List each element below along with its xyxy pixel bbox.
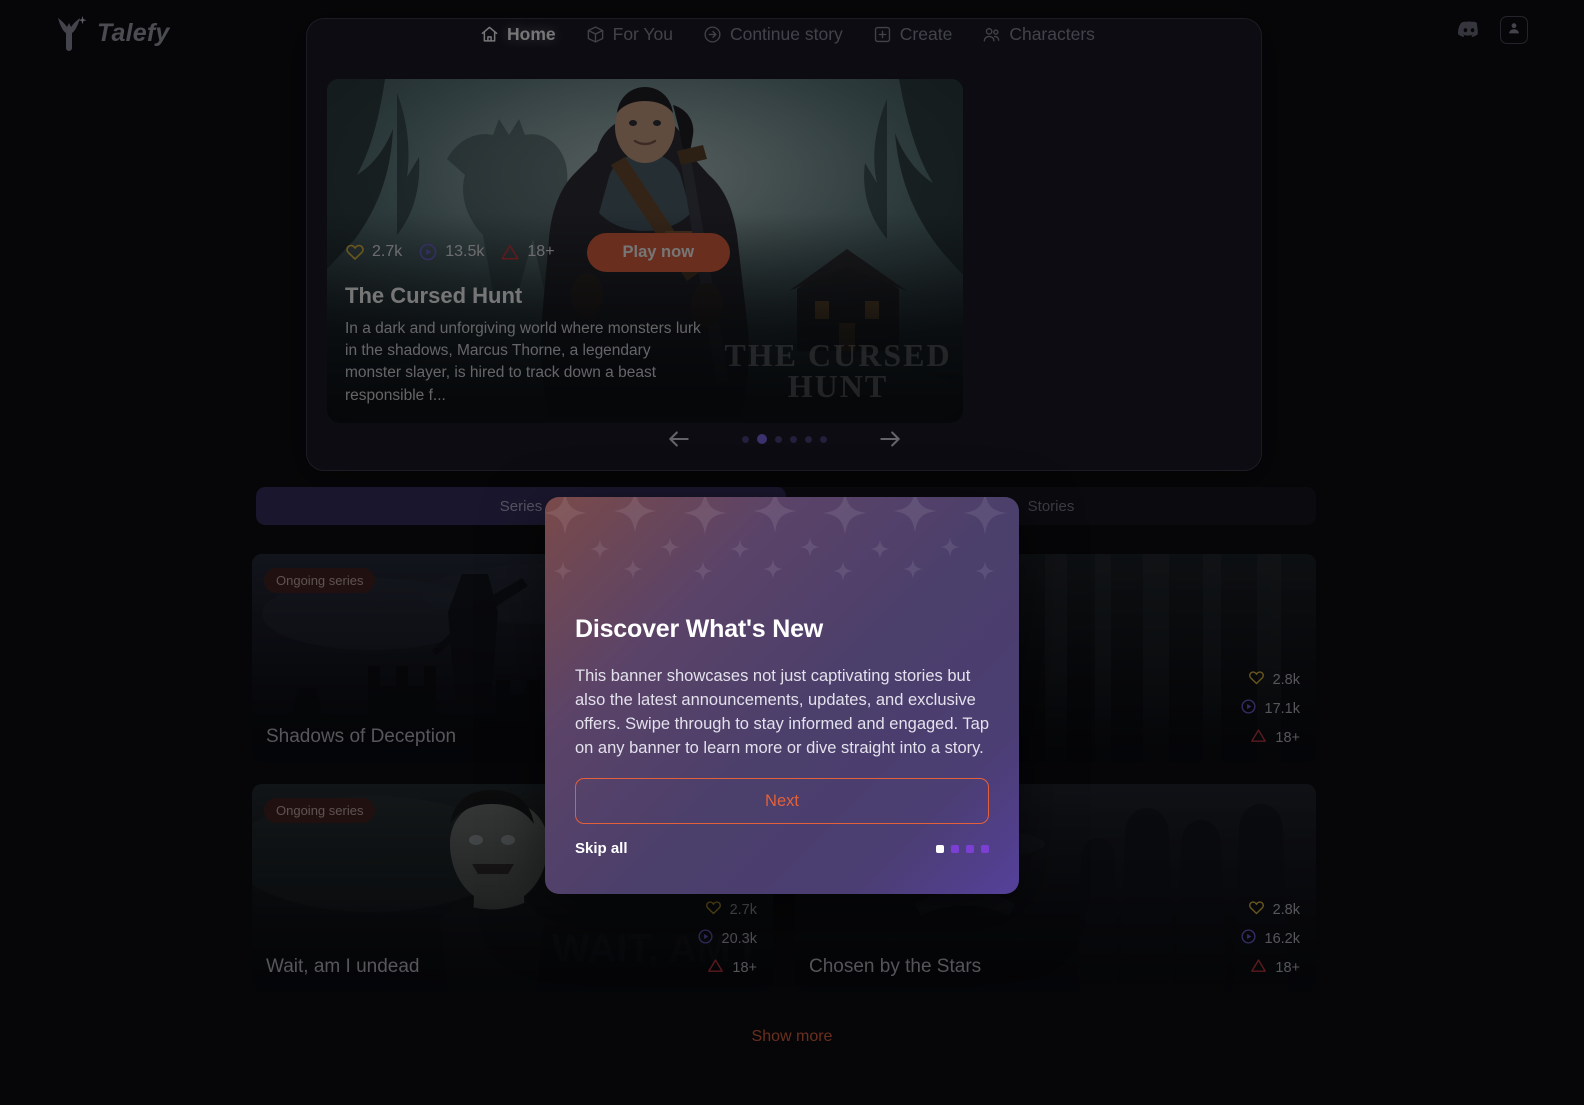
app-root: Talefy Home For You Continue story	[0, 0, 1584, 1105]
modal-dot-active[interactable]	[936, 844, 944, 853]
modal-dot[interactable]	[966, 844, 974, 853]
skip-all-button[interactable]: Skip all	[575, 840, 628, 857]
modal-content: Discover What's New This banner showcase…	[575, 615, 989, 857]
modal-title: Discover What's New	[575, 615, 824, 643]
modal-dot[interactable]	[951, 844, 959, 853]
onboarding-modal: Discover What's New This banner showcase…	[545, 497, 1019, 894]
modal-step-dots	[936, 844, 989, 853]
modal-dot[interactable]	[981, 844, 989, 853]
next-button[interactable]: Next	[575, 778, 989, 825]
modal-footer: Skip all	[575, 840, 989, 857]
modal-description: This banner showcases not just captivati…	[575, 667, 989, 758]
